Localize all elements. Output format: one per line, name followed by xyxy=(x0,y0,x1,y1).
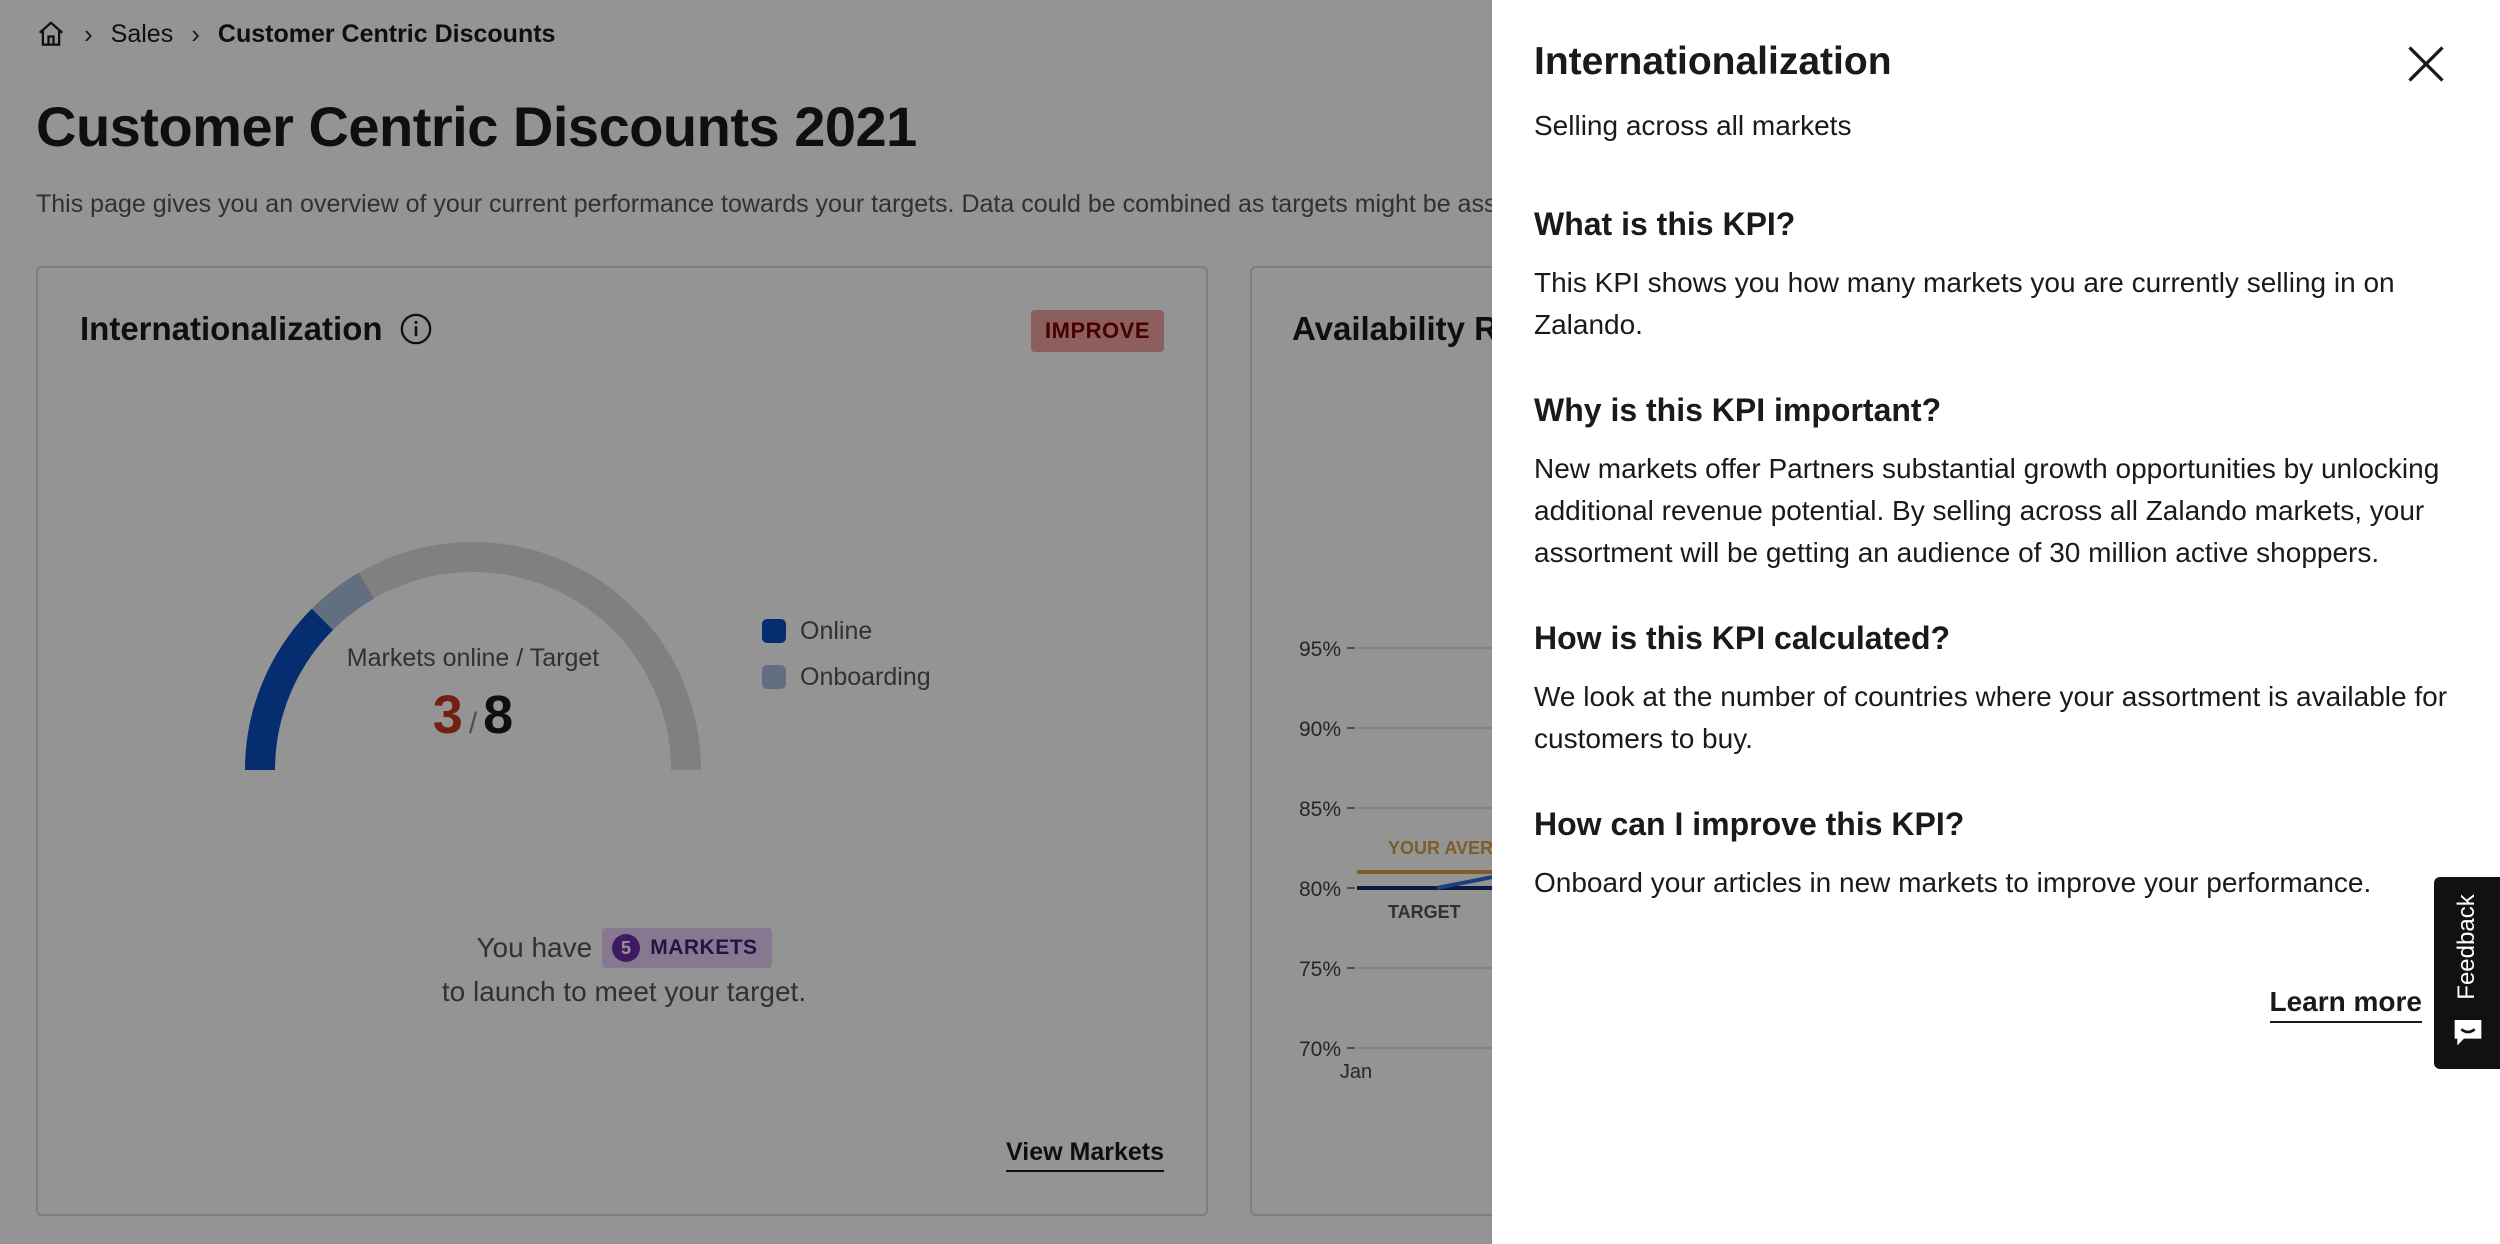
section-body: This KPI shows you how many markets you … xyxy=(1534,267,2395,340)
kpi-section-why: Why is this KPI important? New markets o… xyxy=(1534,390,2464,574)
section-heading: Why is this KPI important? xyxy=(1534,392,1942,428)
section-body: We look at the number of countries where… xyxy=(1534,681,2448,754)
drawer-body: What is this KPI? This KPI shows you how… xyxy=(1534,204,2464,948)
section-body: Onboard your articles in new markets to … xyxy=(1534,867,2372,898)
kpi-section-how-calculated: How is this KPI calculated? We look at t… xyxy=(1534,618,2464,760)
learn-more-link[interactable]: Learn more xyxy=(2269,986,2422,1023)
drawer-title: Internationalization xyxy=(1534,40,1892,83)
kpi-section-how-improve: How can I improve this KPI? Onboard your… xyxy=(1534,804,2464,904)
kpi-section-what: What is this KPI? This KPI shows you how… xyxy=(1534,204,2464,346)
section-heading: How is this KPI calculated? xyxy=(1534,620,1951,656)
feedback-label: Feedback xyxy=(2453,894,2480,1000)
feedback-button[interactable]: Feedback xyxy=(2434,877,2500,1069)
kpi-info-drawer: Internationalization Selling across all … xyxy=(1492,0,2500,1244)
drawer-subtitle: Selling across all markets xyxy=(1534,110,1852,141)
section-body: New markets offer Partners substantial g… xyxy=(1534,453,2440,568)
chat-icon xyxy=(2454,1020,2482,1046)
section-heading: How can I improve this KPI? xyxy=(1534,806,1965,842)
close-icon[interactable] xyxy=(2404,42,2448,86)
modal-backdrop[interactable] xyxy=(0,0,1492,1244)
section-heading: What is this KPI? xyxy=(1534,206,1796,242)
